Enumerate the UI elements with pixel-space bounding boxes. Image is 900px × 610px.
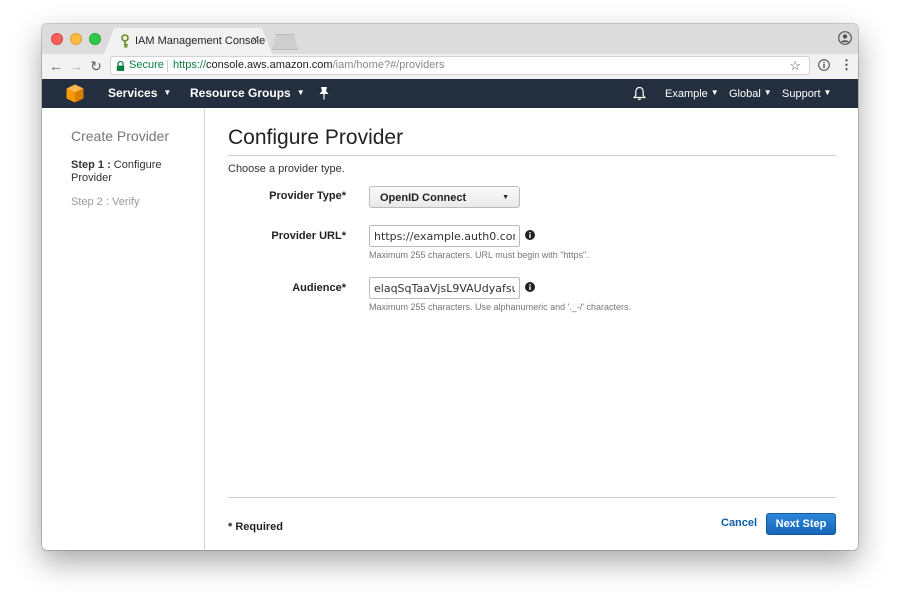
tab-close-icon[interactable]: × xyxy=(252,34,258,46)
chevron-down-icon: ▼ xyxy=(710,88,719,97)
provider-url-hint: Maximum 255 characters. URL must begin w… xyxy=(369,250,589,260)
audience-input[interactable] xyxy=(369,277,520,299)
provider-type-select[interactable]: OpenID Connect ▼ xyxy=(369,186,520,208)
resource-groups-menu[interactable]: Resource Groups ▼ xyxy=(190,86,305,100)
url-path: /iam/home?#/providers xyxy=(332,59,445,71)
bell-icon[interactable] xyxy=(633,86,646,101)
region-menu[interactable]: Global ▼ xyxy=(729,88,772,100)
sidebar-title: Create Provider xyxy=(71,128,170,144)
tab-strip: IAM Management Console × xyxy=(42,24,858,54)
required-note: * Required xyxy=(228,521,284,533)
browser-window: IAM Management Console × ← → ↻ Secure ht… xyxy=(42,24,858,550)
caret-down-icon: ▼ xyxy=(502,194,509,201)
chevron-down-icon: ▼ xyxy=(163,88,172,97)
back-arrow-icon[interactable]: ← xyxy=(48,58,64,74)
next-step-button[interactable]: Next Step xyxy=(766,513,836,535)
region-label: Global xyxy=(729,88,761,100)
support-menu[interactable]: Support ▼ xyxy=(782,88,831,100)
bookmark-star-icon[interactable]: ☆ xyxy=(789,58,801,74)
account-label: Example xyxy=(665,88,708,100)
provider-type-value: OpenID Connect xyxy=(380,192,467,204)
url-scheme: https:// xyxy=(173,59,207,71)
secure-label: Secure xyxy=(129,59,164,71)
audience-label: Audience* xyxy=(292,282,346,294)
minimize-window-button[interactable] xyxy=(70,33,82,45)
url-text: https://console.aws.amazon.com/iam/home?… xyxy=(173,59,444,71)
page-subtitle: Choose a provider type. xyxy=(228,163,345,175)
step1-prefix: Step 1 : xyxy=(71,159,111,171)
address-bar: ← → ↻ Secure https://console.aws.amazon.… xyxy=(42,54,858,80)
main-content: Configure Provider Choose a provider typ… xyxy=(228,108,836,550)
new-tab-button[interactable] xyxy=(272,34,298,50)
account-menu[interactable]: Example ▼ xyxy=(665,88,719,100)
resource-groups-label: Resource Groups xyxy=(190,86,291,100)
provider-url-label: Provider URL* xyxy=(271,230,346,242)
support-label: Support xyxy=(782,88,821,100)
title-divider xyxy=(228,155,836,156)
omnibox-separator xyxy=(167,60,168,72)
reload-icon[interactable]: ↻ xyxy=(88,58,104,74)
zoom-window-button[interactable] xyxy=(89,33,101,45)
more-menu-icon[interactable]: ⋮ xyxy=(840,57,853,73)
url-field[interactable]: Secure https://console.aws.amazon.com/ia… xyxy=(110,56,810,75)
provider-url-input[interactable] xyxy=(369,225,520,247)
info-icon[interactable] xyxy=(525,282,535,292)
footer-divider xyxy=(228,497,836,498)
info-icon[interactable] xyxy=(818,59,830,71)
close-window-button[interactable] xyxy=(51,33,63,45)
audience-hint: Maximum 255 characters. Use alphanumeric… xyxy=(369,302,632,312)
services-menu[interactable]: Services ▼ xyxy=(108,86,171,100)
wizard-step-2[interactable]: Step 2 : Verify xyxy=(71,196,139,208)
aws-navbar: Services ▼ Resource Groups ▼ Example ▼ Glob… xyxy=(42,79,858,108)
cancel-button[interactable]: Cancel xyxy=(721,517,757,529)
page-title: Configure Provider xyxy=(228,126,404,149)
key-icon xyxy=(121,34,129,48)
aws-cube-logo[interactable] xyxy=(66,84,84,103)
chevron-down-icon: ▼ xyxy=(296,88,305,97)
wizard-sidebar: Create Provider Step 1 : Configure Provi… xyxy=(42,108,205,550)
browser-tab[interactable]: IAM Management Console × xyxy=(104,28,272,54)
tab-title: IAM Management Console xyxy=(135,35,266,47)
url-host: console.aws.amazon.com xyxy=(206,59,333,71)
chevron-down-icon: ▼ xyxy=(763,88,772,97)
chevron-down-icon: ▼ xyxy=(823,88,832,97)
provider-type-label: Provider Type* xyxy=(269,190,346,202)
pushpin-icon[interactable] xyxy=(318,86,330,100)
profile-icon[interactable] xyxy=(838,31,852,45)
info-icon[interactable] xyxy=(525,230,535,240)
lock-icon xyxy=(116,61,125,71)
services-label: Services xyxy=(108,86,158,100)
wizard-step-1[interactable]: Step 1 : Configure Provider xyxy=(71,159,181,185)
forward-arrow-icon[interactable]: → xyxy=(68,58,84,74)
